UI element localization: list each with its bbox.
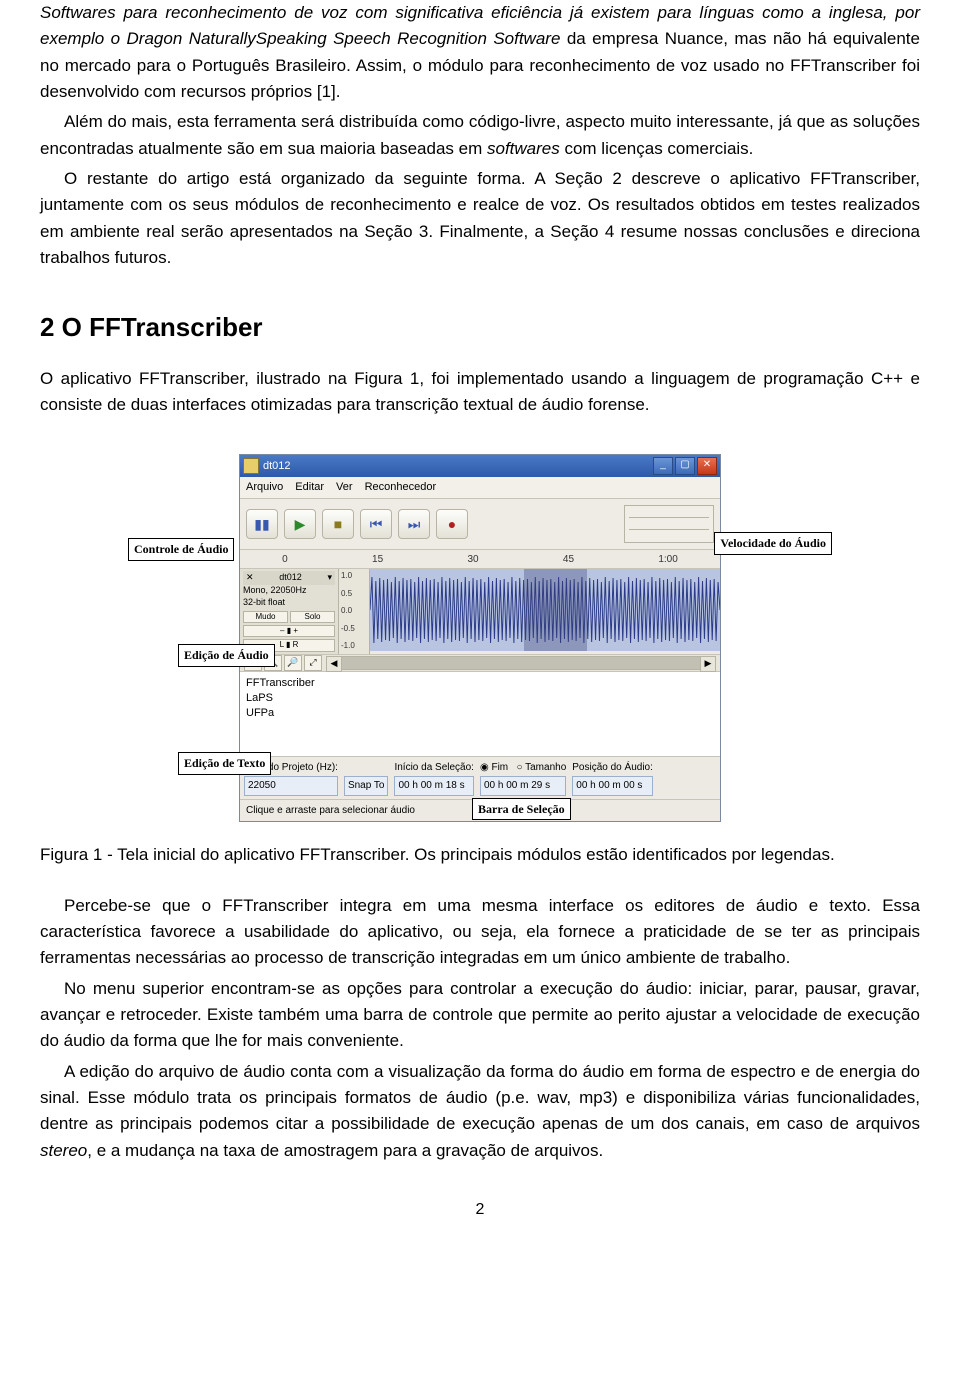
page: Softwares para reconhecimento de voz com…: [0, 0, 960, 1253]
p2-seg-c: com licenças comerciais.: [560, 139, 754, 158]
text-line: UFPa: [246, 706, 714, 721]
ruler-tick: 45: [563, 552, 574, 568]
track-menu-icon[interactable]: ▾: [327, 572, 332, 584]
paragraph-5: Percebe-se que o FFTranscriber integra e…: [40, 893, 920, 972]
track-close-icon[interactable]: ✕: [246, 572, 254, 584]
rate-input[interactable]: 22050: [244, 776, 338, 796]
menubar: Arquivo Editar Ver Reconhecedor: [240, 477, 720, 499]
radio-tamanho[interactable]: ○ Tamanho: [516, 762, 566, 773]
sel-start-input[interactable]: 00 h 00 m 18 s: [394, 776, 474, 796]
menu-arquivo[interactable]: Arquivo: [246, 479, 283, 496]
ruler-tick: 1:00: [658, 552, 677, 568]
menu-ver[interactable]: Ver: [336, 479, 353, 496]
titlebar[interactable]: dt012 _ ▢ ✕: [240, 455, 720, 477]
callout-velocidade-audio: Velocidade do Áudio: [714, 532, 832, 555]
amplitude-ruler: 1.0 0.5 0.0 -0.5 -1.0: [339, 569, 370, 653]
p2-seg-a: Além do mais, esta ferramenta será distr…: [40, 112, 920, 157]
paragraph-4: O aplicativo FFTranscriber, ilustrado na…: [40, 366, 920, 419]
track-bitdepth: 32-bit float: [243, 597, 335, 609]
horizontal-scroll: ↔ 🔍 🔎 ⤢ ◀ ▶: [240, 655, 720, 672]
audio-track: ✕dt012▾ Mono, 22050Hz 32-bit float Mudo …: [240, 569, 720, 654]
page-number: 2: [40, 1198, 920, 1223]
menu-editar[interactable]: Editar: [295, 479, 324, 496]
app-icon: [243, 458, 259, 474]
ruler-tick: 0: [282, 552, 288, 568]
snap-to-button[interactable]: Snap To: [344, 776, 389, 796]
section-heading: 2 O FFTranscriber: [40, 307, 920, 347]
zoom-out-icon[interactable]: 🔎: [284, 655, 302, 671]
p1-seg-b: Dragon NaturallySpeaking Speech Recognit…: [127, 29, 561, 48]
gain-slider[interactable]: – ▮ +: [243, 625, 335, 637]
vscale: -1.0: [341, 640, 367, 652]
sel-end-input[interactable]: 00 h 00 m 29 s: [480, 776, 566, 796]
figure-caption: Figura 1 - Tela inicial do aplicativo FF…: [40, 842, 920, 868]
callout-edicao-audio: Edição de Áudio: [178, 644, 275, 667]
ruler-tick: 15: [372, 552, 383, 568]
p7-seg-b: stereo: [40, 1141, 87, 1160]
vscale: -0.5: [341, 623, 367, 635]
radio-fim[interactable]: ◉ Fim: [480, 762, 508, 773]
play-button[interactable]: ▶: [284, 509, 316, 539]
speed-slider[interactable]: [624, 505, 714, 543]
track-format: Mono, 22050Hz: [243, 585, 335, 597]
paragraph-3: O restante do artigo está organizado da …: [40, 166, 920, 271]
vscale: 0.0: [341, 605, 367, 617]
stop-button[interactable]: ■: [322, 509, 354, 539]
ruler-tick: 30: [467, 552, 478, 568]
scroll-right-icon[interactable]: ▶: [700, 656, 716, 672]
app-window: dt012 _ ▢ ✕ Arquivo Editar Ver Reconhece…: [239, 454, 721, 822]
skip-end-button[interactable]: ⏭: [398, 509, 430, 539]
waveform[interactable]: [370, 569, 720, 651]
window-title: dt012: [263, 458, 291, 475]
close-button[interactable]: ✕: [697, 457, 717, 475]
menu-reconhecedor[interactable]: Reconhecedor: [365, 479, 437, 496]
p7-seg-c: , e a mudança na taxa de amostragem para…: [87, 1141, 603, 1160]
p7-seg-a: A edição do arquivo de áudio conta com a…: [40, 1062, 920, 1134]
selection-region[interactable]: [524, 569, 587, 651]
zoom-sel-icon[interactable]: ⤢: [304, 655, 322, 671]
track-header[interactable]: ✕dt012▾ Mono, 22050Hz 32-bit float Mudo …: [240, 569, 339, 653]
paragraph-2: Além do mais, esta ferramenta será distr…: [40, 109, 920, 162]
sel-start-label: Início da Seleção:: [394, 760, 474, 776]
selection-bar: Taxa do Projeto (Hz): 22050 Snap To Iníc…: [240, 757, 720, 800]
skip-start-button[interactable]: ⏮: [360, 509, 392, 539]
record-button[interactable]: ●: [436, 509, 468, 539]
p2-seg-b: softwares: [487, 139, 560, 158]
callout-edicao-texto: Edição de Texto: [178, 752, 271, 775]
text-line: LaPS: [246, 691, 714, 706]
solo-button[interactable]: Solo: [290, 611, 335, 623]
pos-input[interactable]: 00 h 00 m 00 s: [572, 776, 653, 796]
scrollbar[interactable]: ◀ ▶: [326, 656, 716, 670]
text-editor[interactable]: FFTranscriber LaPS UFPa: [240, 672, 720, 757]
paragraph-6: No menu superior encontram-se as opções …: [40, 976, 920, 1055]
minimize-button[interactable]: _: [653, 457, 673, 475]
callout-barra-selecao: Barra de Seleção: [472, 798, 571, 821]
pause-button[interactable]: ▮▮: [246, 509, 278, 539]
track-name: dt012: [279, 572, 302, 584]
scroll-left-icon[interactable]: ◀: [326, 656, 342, 672]
time-ruler[interactable]: 0 15 30 45 1:00: [240, 550, 720, 569]
vscale: 0.5: [341, 588, 367, 600]
transport-toolbar: ▮▮ ▶ ■ ⏮ ⏭ ●: [240, 499, 720, 550]
mute-button[interactable]: Mudo: [243, 611, 288, 623]
maximize-button[interactable]: ▢: [675, 457, 695, 475]
paragraph-1: Softwares para reconhecimento de voz com…: [40, 0, 920, 105]
pos-label: Posição do Áudio:: [572, 760, 653, 776]
text-line: FFTranscriber: [246, 676, 714, 691]
figure-1: dt012 _ ▢ ✕ Arquivo Editar Ver Reconhece…: [40, 454, 920, 822]
callout-controle-audio: Controle de Áudio: [128, 538, 234, 561]
paragraph-7: A edição do arquivo de áudio conta com a…: [40, 1059, 920, 1164]
vscale: 1.0: [341, 570, 367, 582]
